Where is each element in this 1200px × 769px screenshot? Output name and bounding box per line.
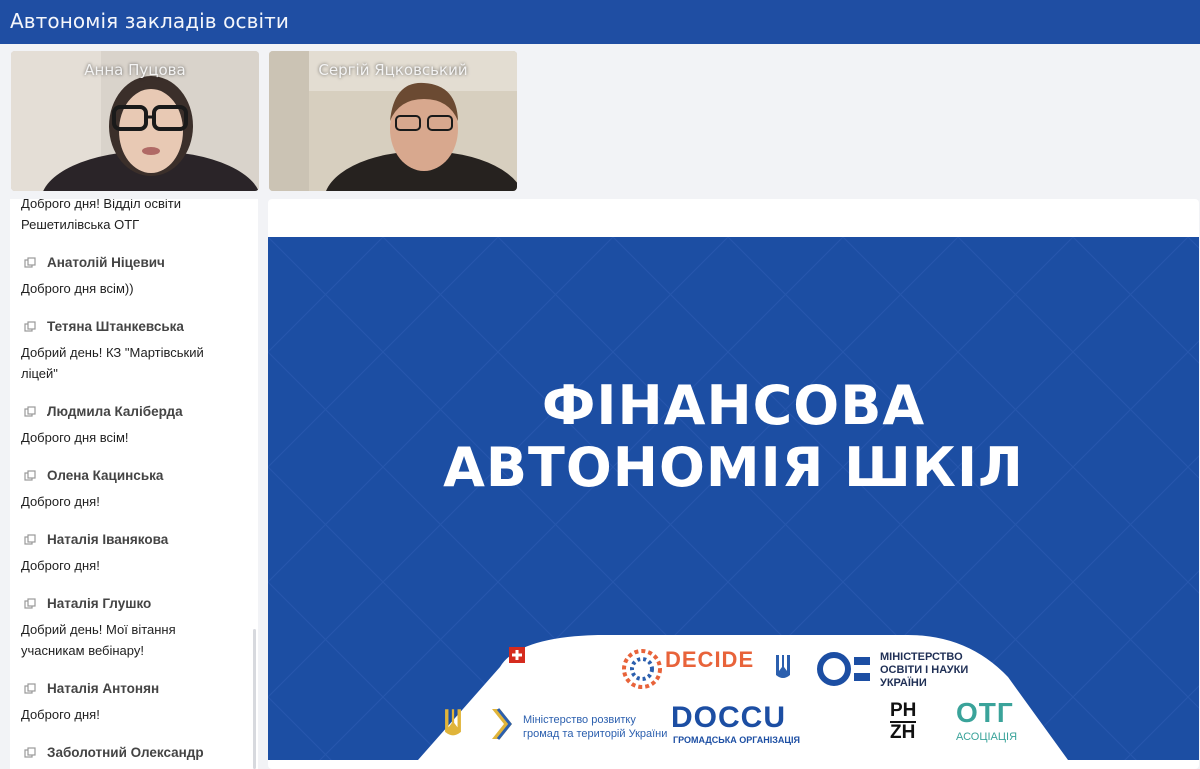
message-author: Наталія Іванякова <box>21 532 249 547</box>
user-icon <box>24 533 36 545</box>
decide-logo-text: DECIDE <box>665 647 755 672</box>
message-text: Добрий день! КЗ "Мартівський ліцей" <box>21 342 249 384</box>
docu-logo-text: DOCCU <box>671 701 786 734</box>
author-name: Анатолій Ніцевич <box>47 255 165 270</box>
slide-headline: ФІНАНСОВА АВТОНОМІЯ ШКІЛ <box>268 375 1199 499</box>
docu-subtitle: ГРОМАДСЬКА ОРГАНІЗАЦІЯ <box>673 735 800 745</box>
message-line: Доброго дня! <box>21 707 100 722</box>
user-icon <box>24 320 36 332</box>
minregion-name: Міністерство розвитку громад та територі… <box>523 713 667 741</box>
ministry-name: МІНІСТЕРСТВО ОСВІТИ І НАУКИ УКРАЇНИ <box>880 651 968 690</box>
author-name: Наталія Глушко <box>47 596 152 611</box>
headline-line: ФІНАНСОВА <box>541 374 926 437</box>
phzh-logo: PH ZH <box>890 700 917 743</box>
message-line: Доброго дня! Відділ освіти <box>21 199 181 211</box>
video-tile-serhii[interactable]: Сергій Яцковський <box>269 51 517 191</box>
otg-subtitle: АСОЦІАЦІЯ <box>956 731 1018 743</box>
message-line: Доброго дня всім! <box>21 430 129 445</box>
author-name: Наталія Антонян <box>47 681 160 696</box>
decide-star-icon <box>622 649 662 689</box>
chat-panel[interactable]: Доброго дня! Відділ освіти Решетилівська… <box>10 199 258 769</box>
message-author: Людмила Каліберда <box>21 404 249 419</box>
message-author: Наталія Глушко <box>21 596 249 611</box>
message-text: Доброго дня! <box>21 555 249 576</box>
message-text: Доброго дня всім)) <box>21 278 249 299</box>
message-author: Наталія Антонян <box>21 681 249 696</box>
video-tile-anna[interactable]: Анна Пуцова <box>11 51 259 191</box>
message-line: Решетилівська ОТГ <box>21 217 140 232</box>
chat-message: Тетяна Штанкевська Добрий день! КЗ "Март… <box>21 319 249 384</box>
phzh-line: ZH <box>890 721 917 743</box>
user-icon <box>24 746 36 758</box>
chat-message: Доброго дня! Відділ освіти Решетилівська… <box>21 199 249 235</box>
chat-scrollbar[interactable] <box>253 629 256 769</box>
participant-name: Анна Пуцова <box>84 61 186 79</box>
message-author: Тетяна Штанкевська <box>21 319 249 334</box>
author-name: Олена Кацинська <box>47 468 164 483</box>
trident-icon <box>776 655 790 678</box>
chat-message: Заболотний Олександр <box>21 745 249 768</box>
participant-name: Сергій Яцковський <box>318 61 468 79</box>
author-name: Наталія Іванякова <box>47 532 169 547</box>
minregion-arrow-icon <box>492 708 512 740</box>
chat-message: Наталія Іванякова Доброго дня! <box>21 532 249 576</box>
message-author: Олена Кацинська <box>21 468 249 483</box>
presentation-slide: ФІНАНСОВА АВТОНОМІЯ ШКІЛ DECIDE МІНІСТЕР… <box>268 237 1199 760</box>
message-line: Доброго дня! <box>21 558 100 573</box>
phzh-line: PH <box>890 700 917 721</box>
ministry-line: УКРАЇНИ <box>880 677 927 689</box>
message-text: Доброго дня всім! <box>21 427 249 448</box>
otg-logo-text: ОТГ <box>956 697 1014 728</box>
ministry-line: ОСВІТИ І НАУКИ <box>880 664 969 676</box>
message-text: Доброго дня! <box>21 704 249 725</box>
chat-message: Анатолій Ніцевич Доброго дня всім)) <box>21 255 249 299</box>
message-line: Добрий день! КЗ "Мартівський <box>21 345 204 360</box>
message-author: Заболотний Олександр <box>21 745 249 760</box>
message-line: Доброго дня! <box>21 494 100 509</box>
user-icon <box>24 469 36 481</box>
chat-message: Наталія Антонян Доброго дня! <box>21 681 249 725</box>
message-text: Доброго дня! Відділ освіти Решетилівська… <box>21 199 249 235</box>
message-text: Доброго дня! <box>21 491 249 512</box>
message-line: ліцей" <box>21 366 58 381</box>
minregion-line: Міністерство розвитку <box>523 714 636 726</box>
swiss-flag-icon <box>509 647 525 663</box>
ministry-line: МІНІСТЕРСТВО <box>880 651 963 663</box>
window-title: Автономія закладів освіти <box>10 9 289 33</box>
headline-line: АВТОНОМІЯ ШКІЛ <box>443 436 1024 499</box>
trident-icon <box>445 709 461 736</box>
chat-message: Олена Кацинська Доброго дня! <box>21 468 249 512</box>
chat-message: Людмила Каліберда Доброго дня всім! <box>21 404 249 448</box>
minregion-line: громад та територій України <box>523 728 668 740</box>
user-icon <box>24 405 36 417</box>
author-name: Заболотний Олександр <box>47 745 204 760</box>
message-line: учасникам вебінару! <box>21 643 144 658</box>
message-line: Добрий день! Мої вітання <box>21 622 176 637</box>
user-icon <box>24 597 36 609</box>
user-icon <box>24 682 36 694</box>
author-name: Тетяна Штанкевська <box>47 319 184 334</box>
chat-message: Наталія Глушко Добрий день! Мої вітання … <box>21 596 249 661</box>
message-author: Анатолій Ніцевич <box>21 255 249 270</box>
user-icon <box>24 256 36 268</box>
message-line: Доброго дня всім)) <box>21 281 134 296</box>
app-header: Автономія закладів освіти <box>0 0 1200 44</box>
message-text: Добрий день! Мої вітання учасникам вебін… <box>21 619 249 661</box>
ministry-logo-icon <box>817 652 870 686</box>
author-name: Людмила Каліберда <box>47 404 183 419</box>
